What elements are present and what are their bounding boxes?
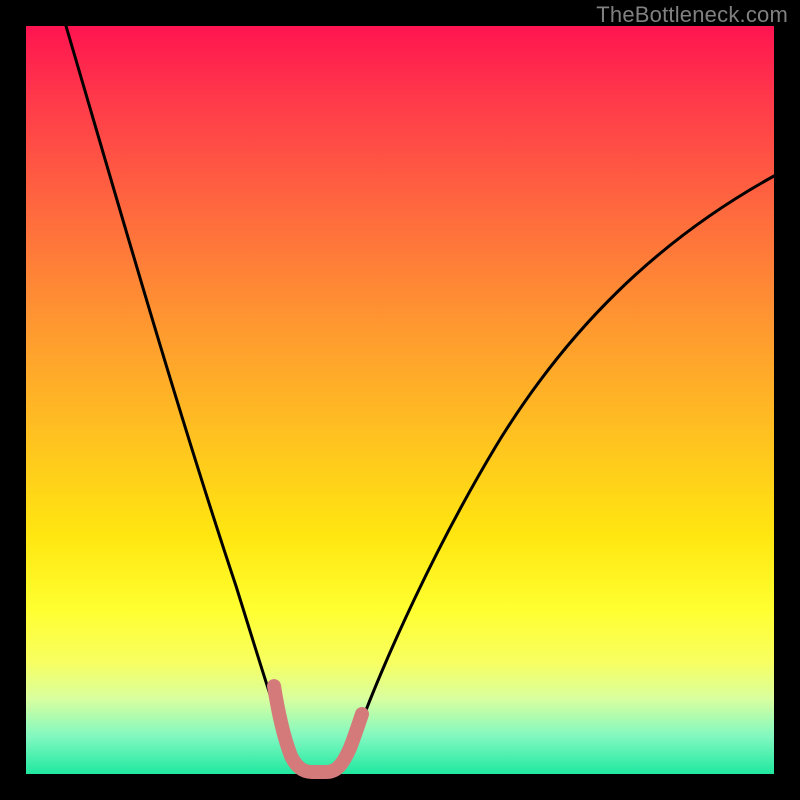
chart-frame: TheBottleneck.com: [0, 0, 800, 800]
watermark-text: TheBottleneck.com: [596, 2, 788, 28]
highlight-valley: [274, 686, 362, 772]
plot-area: [26, 26, 774, 774]
bottleneck-curve-svg: [26, 26, 774, 774]
bottleneck-curve: [66, 26, 774, 771]
